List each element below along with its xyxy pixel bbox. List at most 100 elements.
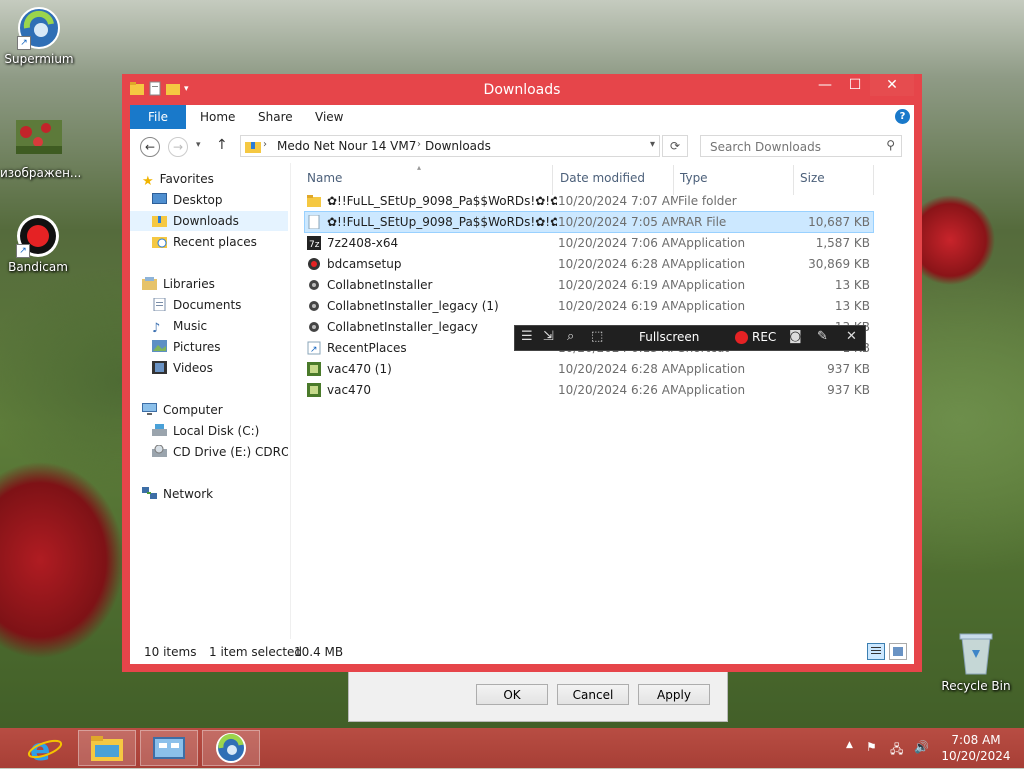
shortcut-icon: ↗ xyxy=(307,341,321,355)
file-name: CollabnetInstaller xyxy=(327,278,433,292)
desktop-icon-image[interactable]: изображен... xyxy=(0,120,82,180)
nav-libraries[interactable]: Libraries xyxy=(142,274,215,294)
breadcrumb-separator-icon: › xyxy=(417,139,421,150)
menu-icon[interactable]: ☰ xyxy=(521,329,533,344)
zoom-area-icon[interactable]: ⌕ xyxy=(567,329,574,344)
up-button[interactable]: ↑ xyxy=(216,137,228,153)
downloads-folder-icon xyxy=(245,142,261,153)
nav-computer[interactable]: Computer xyxy=(142,400,223,420)
nav-downloads[interactable]: Downloads xyxy=(130,211,288,231)
volume-icon[interactable]: 🔊 xyxy=(914,740,929,754)
breadcrumb-computer[interactable]: Medo Net Nour 14 VM7 xyxy=(277,139,416,153)
desktop-icon-bandicam[interactable]: ↗ Bandicam xyxy=(0,214,76,274)
title-bar[interactable]: ▾ Downloads — ☐ ✕ xyxy=(122,74,922,104)
file-list: Name ▴ Date modified Type Size ✿!!FuLL_S… xyxy=(297,163,909,639)
column-header-size[interactable]: Size xyxy=(800,171,825,185)
bandicam-icon: ↗ xyxy=(16,214,60,258)
supermium-icon: ↗ xyxy=(17,6,61,50)
rec-label[interactable]: REC xyxy=(752,330,776,344)
cd-drive-icon xyxy=(152,444,167,457)
nav-recent-places[interactable]: Recent places xyxy=(152,232,257,252)
tab-home[interactable]: Home xyxy=(188,105,247,129)
show-hidden-icons-icon[interactable]: ▲ xyxy=(846,740,853,750)
desktop-icon-label: Recycle Bin xyxy=(941,679,1011,693)
tab-share[interactable]: Share xyxy=(246,105,305,129)
search-input[interactable] xyxy=(708,139,882,155)
apply-button[interactable]: Apply xyxy=(638,684,710,705)
large-icons-view-icon xyxy=(893,647,903,656)
column-header-type[interactable]: Type xyxy=(680,171,708,185)
window-title: Downloads xyxy=(483,82,561,98)
nav-music[interactable]: ♪ Music xyxy=(152,316,207,336)
installer-icon xyxy=(307,278,321,292)
address-field[interactable]: › Medo Net Nour 14 VM7 › Downloads ▾ xyxy=(240,135,660,157)
recent-locations-chevron-icon[interactable]: ▾ xyxy=(196,140,201,150)
nav-local-disk[interactable]: Local Disk (C:) xyxy=(152,421,259,441)
pane-splitter[interactable] xyxy=(290,163,291,639)
column-header-name[interactable]: Name xyxy=(307,171,342,185)
file-row[interactable]: ✿!!FuLL_SEtUp_9098_Pa$$WoRDs!✿!✿✿ 10/20/2… xyxy=(305,191,873,211)
file-row[interactable]: CollabnetInstaller_legacy (1) 10/20/2024 … xyxy=(305,296,873,316)
minimize-button[interactable]: — xyxy=(810,74,840,96)
nav-cd-drive[interactable]: CD Drive (E:) CDROM xyxy=(152,442,288,462)
taskbar-file-explorer[interactable] xyxy=(78,730,136,766)
refresh-button[interactable]: ⟳ xyxy=(662,135,688,157)
details-view-button[interactable] xyxy=(867,643,885,660)
file-row[interactable]: vac470 (1) 10/20/2024 6:28 AM Application 9… xyxy=(305,359,873,379)
nav-pictures[interactable]: Pictures xyxy=(152,337,221,357)
file-date: 10/20/2024 7:05 AM xyxy=(558,215,678,229)
file-row[interactable]: CollabnetInstaller 10/20/2024 6:19 AM Appl… xyxy=(305,275,873,295)
pictures-icon xyxy=(152,339,167,352)
navigation-pane: ★ Favorites Desktop Downloads Recent plac… xyxy=(130,163,288,639)
shrink-icon[interactable]: ⇲ xyxy=(543,329,554,344)
file-type: Application xyxy=(678,299,746,313)
cancel-button[interactable]: Cancel xyxy=(557,684,629,705)
file-type: Application xyxy=(678,257,746,271)
file-row[interactable]: ✿!!FuLL_SEtUp_9098_Pa$$WoRDs!✿!✿✿....10/… xyxy=(304,211,874,233)
file-name: CollabnetInstaller_legacy (1) xyxy=(327,299,499,313)
desktop-icon-supermium[interactable]: ↗ Supermium xyxy=(1,6,77,66)
fullscreen-label[interactable]: Fullscreen xyxy=(639,330,699,344)
help-icon[interactable]: ? xyxy=(895,109,910,124)
forward-button[interactable]: → xyxy=(168,137,188,157)
breadcrumb-downloads[interactable]: Downloads xyxy=(425,139,491,153)
address-dropdown-icon[interactable]: ▾ xyxy=(650,139,655,150)
file-name: bdcamsetup xyxy=(327,257,402,271)
select-area-icon[interactable]: ⬚ xyxy=(591,329,603,344)
file-date: 10/20/2024 6:19 AM xyxy=(558,299,678,313)
nav-network[interactable]: Network xyxy=(142,484,213,504)
nav-desktop[interactable]: Desktop xyxy=(152,190,288,210)
close-button[interactable]: ✕ xyxy=(870,74,914,96)
taskbar-clock[interactable]: 7:08 AM 10/20/2024 xyxy=(938,732,1014,764)
file-row[interactable]: vac470 10/20/2024 6:26 AM Application 937 K… xyxy=(305,380,873,400)
file-row[interactable]: 7z 7z2408-x64 10/20/2024 7:06 AM Applicatio… xyxy=(305,233,873,253)
tab-file[interactable]: File xyxy=(130,105,186,129)
file-date: 10/20/2024 6:28 AM xyxy=(558,257,678,271)
taskbar-internet-explorer[interactable]: e xyxy=(16,730,74,768)
shortcut-arrow-icon: ↗ xyxy=(16,244,30,258)
camera-icon[interactable]: ◙ xyxy=(789,329,802,344)
nav-documents[interactable]: Documents xyxy=(152,295,241,315)
maximize-button[interactable]: ☐ xyxy=(840,74,870,96)
large-icons-view-button[interactable] xyxy=(889,643,907,660)
back-button[interactable]: ← xyxy=(140,137,160,157)
ribbon: File Home Share View ? xyxy=(130,105,914,129)
file-row[interactable]: bdcamsetup 10/20/2024 6:28 AM Application 3… xyxy=(305,254,873,274)
tab-view[interactable]: View xyxy=(303,105,355,129)
column-header-date[interactable]: Date modified xyxy=(560,171,645,185)
vac-icon xyxy=(307,383,321,397)
pencil-icon[interactable]: ✎ xyxy=(817,329,828,344)
desktop-icon-label: изображен... xyxy=(0,166,82,180)
nav-videos[interactable]: Videos xyxy=(152,358,213,378)
file-type: RAR File xyxy=(678,215,727,229)
network-status-icon[interactable]: 🖧 xyxy=(890,740,903,761)
ok-button[interactable]: OK xyxy=(476,684,548,705)
action-center-flag-icon[interactable]: ⚑ xyxy=(866,740,877,754)
record-icon[interactable] xyxy=(735,331,748,344)
close-icon[interactable]: ✕ xyxy=(846,329,857,344)
taskbar-control-panel[interactable] xyxy=(140,730,198,766)
nav-favorites[interactable]: ★ Favorites xyxy=(142,169,214,189)
desktop-icon-recycle-bin[interactable]: Recycle Bin xyxy=(938,630,1014,693)
taskbar-supermium[interactable] xyxy=(202,730,260,766)
column-divider[interactable] xyxy=(873,165,874,195)
